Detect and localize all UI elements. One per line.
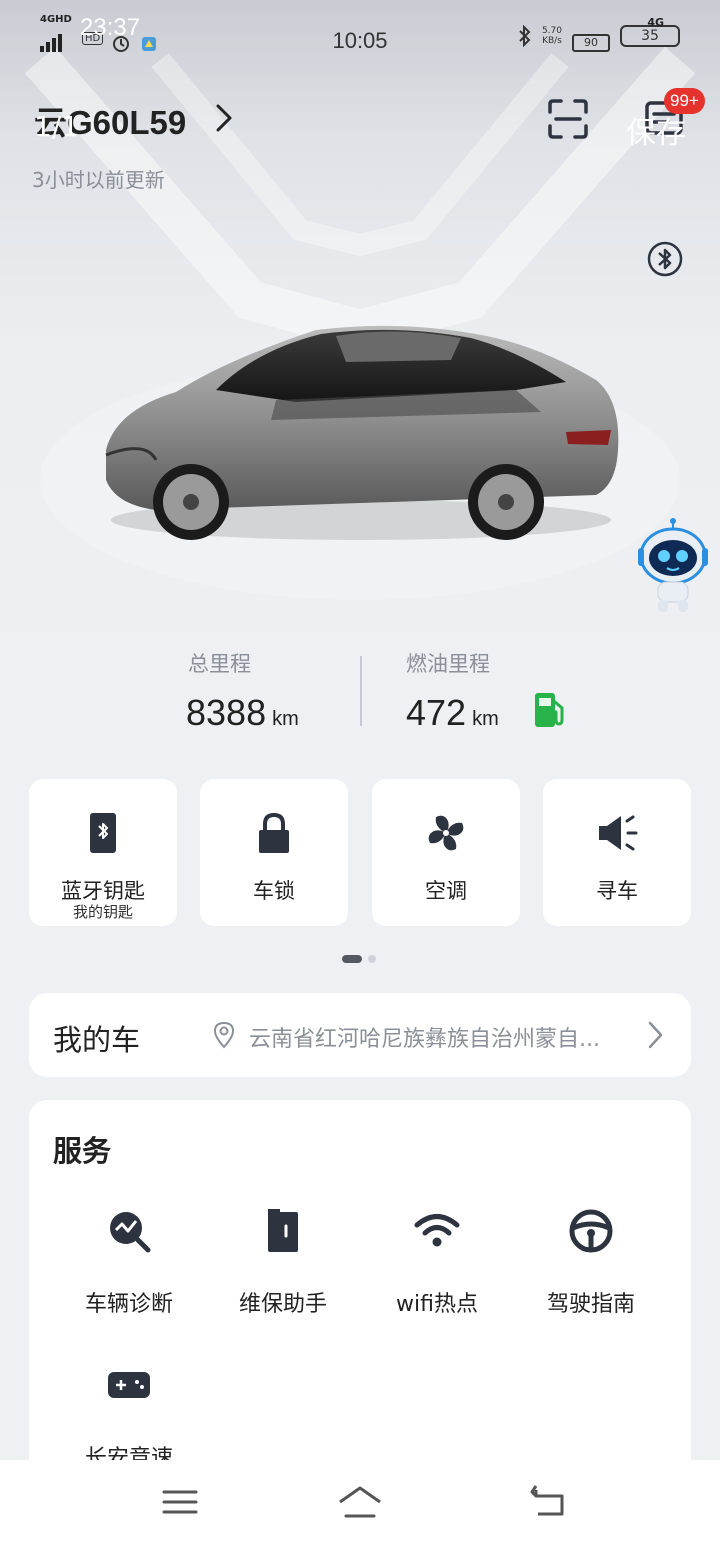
quick-action-label: 寻车 [596,879,638,903]
scan-icon[interactable] [546,98,590,140]
service-label: 维保助手 [238,1292,327,1317]
total-mileage-unit: km [272,708,299,730]
assistant-robot-icon[interactable] [634,518,712,614]
car-image [105,325,619,540]
bluetooth-key-icon [90,813,116,853]
steering-wheel-icon [569,1209,613,1253]
bluetooth-status-icon [519,25,531,47]
menu-icon[interactable] [156,1482,204,1522]
back-icon[interactable] [524,1482,572,1522]
services-title: 服务 [53,1134,112,1168]
chevron-right-icon [648,1021,663,1049]
service-driving-guide[interactable]: 驾驶指南 [511,1206,671,1318]
car-location: 云南省红河哈尼族彝族自治州蒙自... [249,1027,600,1052]
quick-action-lock[interactable]: 车锁 [200,779,348,926]
gamepad-icon [108,1372,150,1398]
network-tag: 4GHD [40,14,72,25]
page-indicator-overlay: 1/1 [34,110,80,143]
update-time: 3小时以前更新 [32,168,165,192]
service-diagnosis[interactable]: 车辆诊断 [49,1206,209,1318]
quick-action-sublabel: 我的钥匙 [72,903,133,921]
battery-small-icon: 90 [572,34,610,52]
service-wifi[interactable]: wifi热点 [357,1206,517,1318]
my-car-card[interactable]: 我的车 云南省红河哈尼族彝族自治州蒙自... [29,993,691,1077]
quick-action-find-car[interactable]: 寻车 [543,779,691,926]
service-maintenance[interactable]: 维保助手 [203,1206,363,1318]
fuel-pump-icon [535,693,564,727]
total-mileage-label: 总里程 [188,652,251,676]
service-racing[interactable]: 长安竞速 [49,1360,209,1472]
total-mileage-value: 8388 [186,692,267,733]
page-dot-active [342,955,362,963]
system-nav-bar [0,1460,720,1544]
chevron-right-icon[interactable] [210,102,238,134]
total-mileage: 8388 km [186,692,299,734]
service-label: wifi热点 [396,1292,478,1317]
fan-icon [428,815,464,851]
wifi-icon [414,1214,460,1247]
page-dot [368,955,376,963]
fuel-range-label: 燃油里程 [406,652,490,676]
service-label: 车辆诊断 [84,1292,173,1317]
mileage-divider [360,656,362,726]
bluetooth-icon[interactable] [646,240,684,278]
my-car-title: 我的车 [53,1023,141,1057]
lock-icon [259,812,289,853]
quick-action-bluetooth-key[interactable]: 蓝牙钥匙 我的钥匙 [29,779,177,926]
fuel-range-unit: km [472,708,499,730]
home-icon[interactable] [336,1482,384,1522]
quick-action-label: 车锁 [253,879,295,903]
net-speed: 5.70 KB/s [542,26,562,46]
save-overlay[interactable]: 保存 [626,108,686,152]
maintenance-icon [268,1209,298,1252]
net-speed-unit: KB/s [542,36,562,46]
diagnosis-icon [110,1212,151,1253]
horn-icon [599,815,638,851]
quick-action-label: 空调 [425,879,467,903]
fuel-range-value: 472 [406,692,467,733]
quick-action-ac[interactable]: 空调 [372,779,520,926]
status-bar: 4GHD HD 23:37 10:05 5.70 KB/s 90 35 4G [0,0,720,80]
page-indicator [342,955,376,963]
fuel-range: 472 km [406,692,499,734]
location-pin-icon [213,1021,235,1049]
service-label: 驾驶指南 [546,1292,635,1317]
net-speed-value: 5.70 [541,26,562,36]
network-type: 4G [647,16,664,29]
